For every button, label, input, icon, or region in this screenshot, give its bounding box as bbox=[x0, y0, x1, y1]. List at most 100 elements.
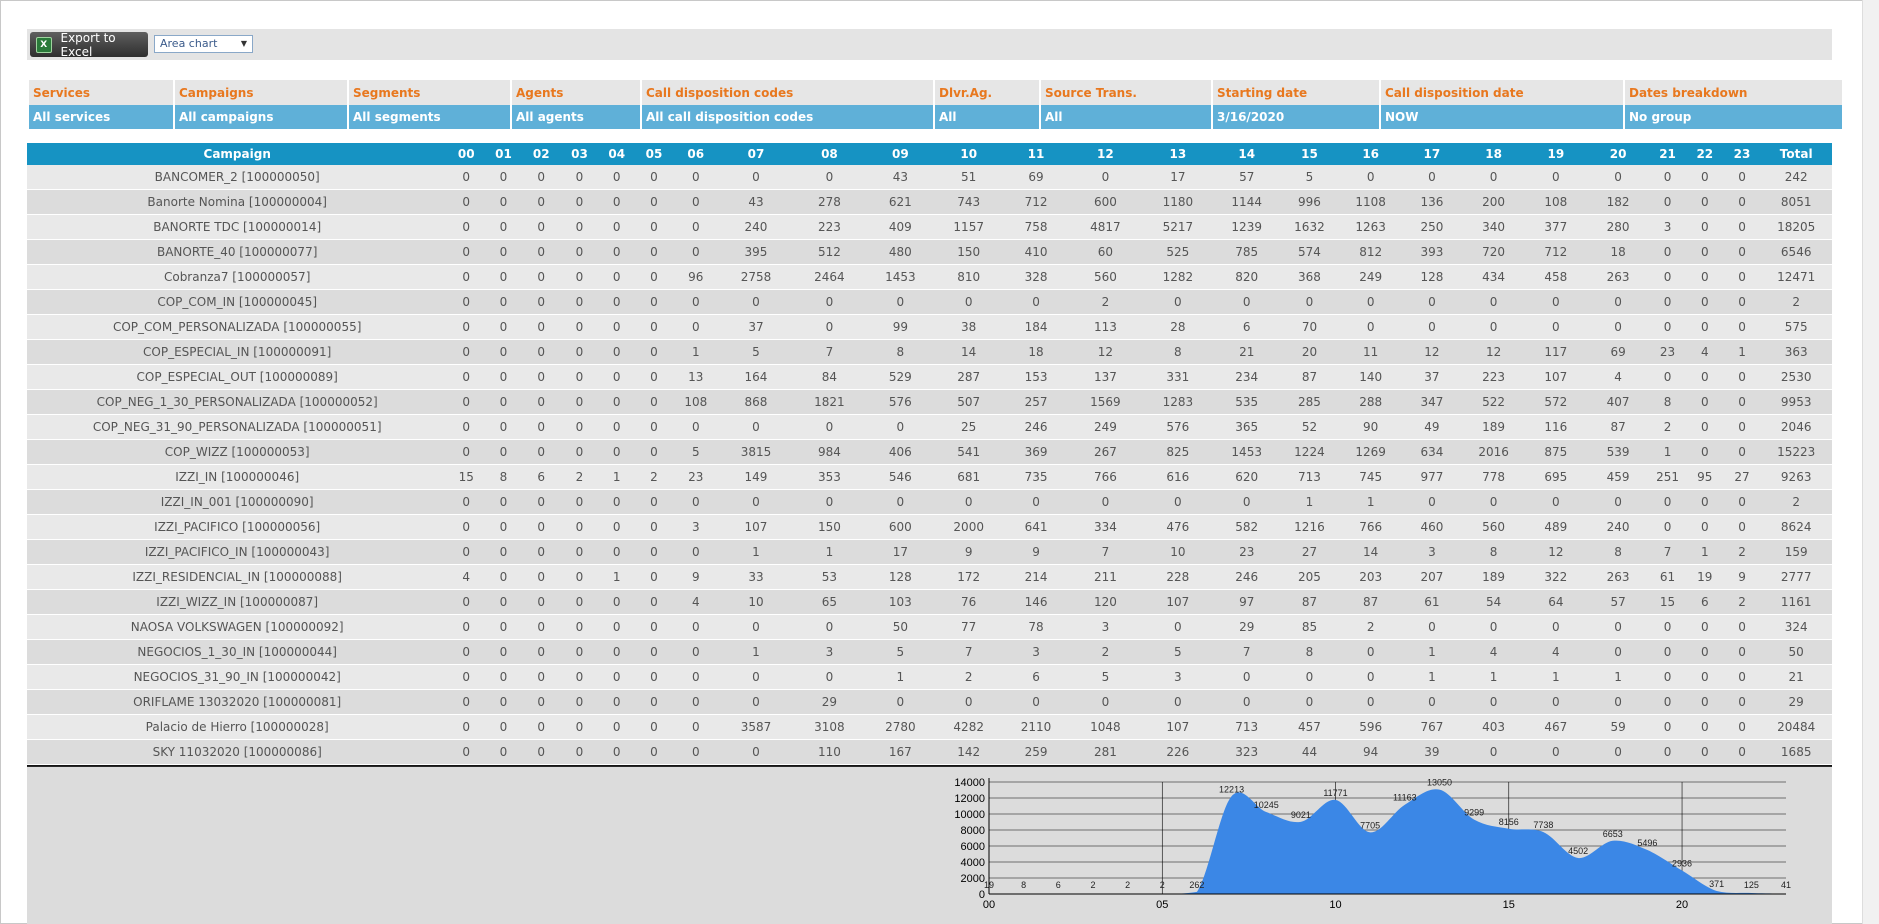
count-cell: 4817 bbox=[1069, 214, 1142, 240]
count-cell: 1 bbox=[1586, 664, 1650, 690]
count-cell: 17 bbox=[865, 539, 936, 565]
data-point-label: 6 bbox=[1056, 880, 1061, 890]
count-cell: 2 bbox=[635, 464, 673, 490]
count-cell: 0 bbox=[635, 739, 673, 765]
column-header[interactable]: 09 bbox=[865, 143, 936, 165]
count-cell: 0 bbox=[447, 489, 486, 515]
column-header[interactable]: 16 bbox=[1340, 143, 1402, 165]
count-cell: 712 bbox=[1524, 239, 1587, 265]
count-cell: 340 bbox=[1462, 214, 1525, 240]
count-cell: 0 bbox=[485, 539, 522, 565]
column-header[interactable]: 19 bbox=[1524, 143, 1587, 165]
count-cell: 85 bbox=[1278, 614, 1341, 640]
column-header[interactable]: Total bbox=[1760, 143, 1832, 165]
column-header[interactable]: 21 bbox=[1649, 143, 1686, 165]
column-header[interactable]: 03 bbox=[560, 143, 599, 165]
count-cell: 223 bbox=[1462, 364, 1525, 390]
count-cell: 4 bbox=[1462, 639, 1525, 665]
count-cell: 0 bbox=[598, 689, 636, 715]
column-header[interactable]: 01 bbox=[485, 143, 522, 165]
count-cell: 9263 bbox=[1760, 464, 1832, 490]
count-cell: 0 bbox=[635, 314, 673, 340]
count-cell: 0 bbox=[521, 289, 561, 315]
vertical-scrollbar[interactable] bbox=[1862, 0, 1879, 924]
count-cell: 1 bbox=[1340, 489, 1402, 515]
count-cell: 240 bbox=[1586, 514, 1650, 540]
column-header[interactable]: 20 bbox=[1586, 143, 1650, 165]
filter-value[interactable]: All services bbox=[29, 105, 173, 129]
count-cell: 0 bbox=[521, 439, 561, 465]
count-cell: 0 bbox=[598, 514, 636, 540]
filter-value[interactable]: All call disposition codes bbox=[642, 105, 933, 129]
count-cell: 1283 bbox=[1141, 389, 1215, 415]
count-cell: 0 bbox=[598, 414, 636, 440]
filter-value[interactable]: All segments bbox=[349, 105, 510, 129]
chart-type-select[interactable]: Area chart ▼ bbox=[154, 35, 253, 53]
column-header[interactable]: 02 bbox=[521, 143, 561, 165]
count-cell: 0 bbox=[1002, 489, 1070, 515]
column-header[interactable]: 14 bbox=[1214, 143, 1279, 165]
filter-value[interactable]: All bbox=[1041, 105, 1211, 129]
column-header[interactable]: 11 bbox=[1002, 143, 1070, 165]
campaign-name-cell: NEGOCIOS_1_30_IN [100000044] bbox=[27, 639, 448, 665]
count-cell: 0 bbox=[1723, 614, 1761, 640]
count-cell: 23 bbox=[672, 464, 719, 490]
count-cell: 525 bbox=[1141, 239, 1215, 265]
count-cell: 0 bbox=[1685, 664, 1724, 690]
count-cell: 15223 bbox=[1760, 439, 1832, 465]
count-cell: 403 bbox=[1462, 714, 1525, 740]
filter-value[interactable]: All agents bbox=[512, 105, 640, 129]
count-cell: 0 bbox=[1649, 714, 1686, 740]
count-cell: 507 bbox=[935, 389, 1003, 415]
column-header-campaign[interactable]: Campaign bbox=[27, 143, 448, 165]
column-header[interactable]: 06 bbox=[672, 143, 719, 165]
filter-value[interactable]: No group bbox=[1625, 105, 1842, 129]
export-to-excel-button[interactable]: X Export to Excel bbox=[30, 31, 148, 59]
column-header[interactable]: 13 bbox=[1141, 143, 1215, 165]
column-header[interactable]: 08 bbox=[793, 143, 866, 165]
count-cell: 460 bbox=[1401, 514, 1463, 540]
filter-value[interactable]: NOW bbox=[1381, 105, 1623, 129]
filter-value[interactable]: All bbox=[935, 105, 1039, 129]
count-cell: 0 bbox=[1141, 489, 1215, 515]
column-header[interactable]: 15 bbox=[1278, 143, 1341, 165]
column-header[interactable]: 07 bbox=[718, 143, 794, 165]
count-cell: 634 bbox=[1401, 439, 1463, 465]
count-cell: 743 bbox=[935, 189, 1003, 215]
count-cell: 0 bbox=[1214, 689, 1279, 715]
campaign-name-cell: IZZI_WIZZ_IN [100000087] bbox=[27, 589, 448, 615]
count-cell: 0 bbox=[598, 664, 636, 690]
column-header[interactable]: 17 bbox=[1401, 143, 1463, 165]
count-cell: 0 bbox=[485, 339, 522, 365]
column-header[interactable]: 00 bbox=[447, 143, 486, 165]
count-cell: 0 bbox=[672, 639, 719, 665]
count-cell: 8 bbox=[1141, 339, 1215, 365]
count-cell: 0 bbox=[485, 489, 522, 515]
count-cell: 0 bbox=[1524, 614, 1587, 640]
filter-value[interactable]: All campaigns bbox=[175, 105, 347, 129]
count-cell: 0 bbox=[1649, 364, 1686, 390]
column-header[interactable]: 10 bbox=[935, 143, 1003, 165]
table-row: COP_NEG_31_90_PERSONALIZADA [100000051] 0… bbox=[27, 414, 1832, 440]
count-cell: 825 bbox=[1141, 439, 1215, 465]
column-header[interactable]: 12 bbox=[1069, 143, 1142, 165]
count-cell: 0 bbox=[1462, 739, 1525, 765]
column-header[interactable]: 04 bbox=[598, 143, 636, 165]
count-cell: 0 bbox=[1685, 739, 1724, 765]
count-cell: 0 bbox=[521, 664, 561, 690]
count-cell: 69 bbox=[1002, 165, 1070, 190]
column-header[interactable]: 18 bbox=[1462, 143, 1525, 165]
count-cell: 575 bbox=[1760, 314, 1832, 340]
filter-value[interactable]: 3/16/2020 bbox=[1213, 105, 1379, 129]
count-cell: 5 bbox=[672, 439, 719, 465]
count-cell: 512 bbox=[793, 239, 866, 265]
count-cell: 616 bbox=[1141, 464, 1215, 490]
count-cell: 0 bbox=[1685, 239, 1724, 265]
count-cell: 107 bbox=[718, 514, 794, 540]
column-header[interactable]: 05 bbox=[635, 143, 673, 165]
count-cell: 8624 bbox=[1760, 514, 1832, 540]
count-cell: 0 bbox=[1685, 165, 1724, 190]
count-cell: 0 bbox=[1524, 165, 1587, 190]
column-header[interactable]: 22 bbox=[1685, 143, 1724, 165]
column-header[interactable]: 23 bbox=[1723, 143, 1761, 165]
